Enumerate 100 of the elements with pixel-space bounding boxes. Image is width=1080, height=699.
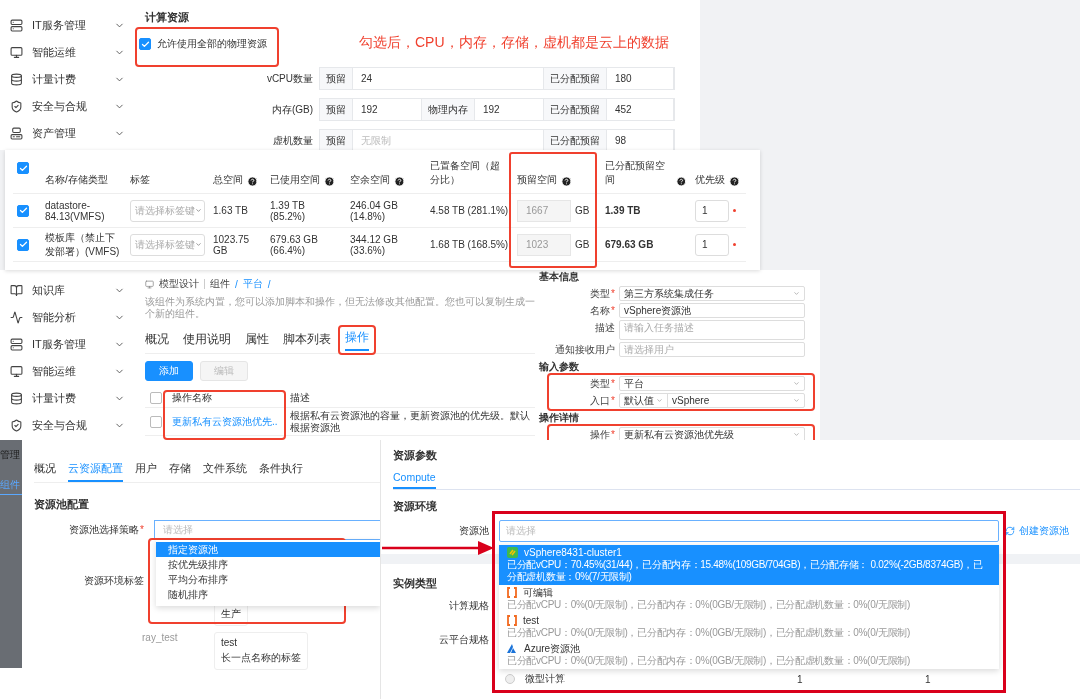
checkbox[interactable] <box>17 238 29 251</box>
database-icon <box>10 73 23 86</box>
select-field[interactable]: 平台 <box>619 376 805 391</box>
dropdown-option[interactable]: 按优先级排序 <box>156 557 380 572</box>
sidebar-item[interactable]: 安全与合规 <box>0 412 135 439</box>
sidebar-item[interactable]: 智能分析 <box>0 304 135 331</box>
checkbox[interactable] <box>17 162 29 174</box>
help-icon <box>561 176 572 187</box>
caret-icon <box>793 397 800 404</box>
dropdown-option[interactable]: 平均分布排序 <box>156 572 380 587</box>
caret-icon <box>656 397 663 404</box>
sidebar-item[interactable]: 计量计费 <box>0 385 135 412</box>
field-label: 内存(GB) <box>270 102 313 117</box>
tag-key: ray_test <box>142 632 204 643</box>
tab[interactable]: 文件系统 <box>203 462 247 482</box>
computer-icon <box>10 127 23 140</box>
section-title: 计算资源 <box>145 10 190 25</box>
monitor-icon <box>10 365 23 378</box>
radio-button[interactable] <box>505 674 515 684</box>
checkbox[interactable] <box>150 415 162 428</box>
tab[interactable]: 概况 <box>145 332 169 353</box>
section-title: 实例类型 <box>393 576 437 591</box>
table-cell-text: 微型计算 <box>525 672 566 686</box>
tag-card: test 长一点名称的标签 <box>214 632 308 670</box>
table-cell: 1.39 TB (85.2%) <box>266 194 346 228</box>
help-icon <box>394 176 405 187</box>
tab[interactable]: 存储 <box>169 462 191 482</box>
table-cell: 246.04 GB (14.8%) <box>346 194 426 228</box>
table-cell: 1.63 TB <box>209 194 266 228</box>
field-label: 描述 <box>594 321 615 334</box>
section-title: 资源池配置 <box>34 497 90 512</box>
sidebar-item[interactable]: 安全与合规 <box>0 93 135 120</box>
table-cell: 1.39 TB <box>601 194 691 228</box>
section-title: 输入参数 <box>539 361 580 373</box>
input-group[interactable]: 预留 24 已分配预留 180 <box>319 67 675 90</box>
table-cell: 679.63 GB (66.4%) <box>266 228 346 262</box>
sidebar-item[interactable]: IT服务管理 <box>0 331 135 358</box>
sidebar-item[interactable]: 计量计费 <box>0 66 135 93</box>
input-field[interactable]: 1 <box>695 199 729 222</box>
table-cell: 4.58 TB (281.1%) <box>426 194 513 228</box>
refresh-icon <box>1005 526 1015 536</box>
section-title: 资源环境 <box>393 499 437 514</box>
tab[interactable]: 条件执行 <box>259 462 303 482</box>
column-header: 标签 <box>126 154 209 194</box>
checkbox[interactable] <box>150 391 162 404</box>
column-header: 操作名称 <box>167 388 285 408</box>
tab[interactable]: 概况 <box>34 462 56 482</box>
column-header: 名称/存储类型 <box>41 154 126 194</box>
pool-option[interactable]: 可编辑 已分配vCPU：0%(0/无限制)，已分配内存：0%(0GB/无限制)，已分配虚机数量：0%(0/无限制) <box>499 585 999 613</box>
azure-icon <box>507 643 518 654</box>
section-title: 资源参数 <box>393 448 437 463</box>
help-icon <box>729 176 740 187</box>
tab[interactable]: 用户 <box>135 462 157 482</box>
dropdown-option[interactable]: 随机排序 <box>156 587 380 602</box>
caret-icon <box>195 240 202 249</box>
field-label: 云平台规格 <box>438 633 489 647</box>
pool-option[interactable]: Azure资源池 已分配vCPU：0%(0/无限制)，已分配内存：0%(0GB/无限制)，已分配虚机数量：0%(0/无限制) <box>499 641 999 669</box>
table-cell: datastore-84.13(VMFS) <box>41 194 126 228</box>
table-cell: 344.12 GB (33.6%) <box>346 228 426 262</box>
tab[interactable]: 属性 <box>245 332 269 353</box>
checkbox[interactable] <box>17 204 29 217</box>
input-field[interactable]: vSphere资源池 <box>619 303 805 318</box>
chart-icon <box>10 311 23 324</box>
table-cell: 模板库（禁止下发部署）(VMFS) <box>41 228 126 262</box>
checkbox-label: 允许使用全部的物理资源 <box>157 37 267 51</box>
breadcrumb-link[interactable]: 模型设计 <box>159 277 199 291</box>
field-label: 入口* <box>589 394 615 407</box>
sidebar-item[interactable]: 智能运维 <box>0 39 135 66</box>
tab[interactable]: 脚本列表 <box>283 332 331 353</box>
field-label: 计算规格 <box>448 599 489 613</box>
sidebar-item[interactable]: 智能运维 <box>0 358 135 385</box>
table-cell: 679.63 GB <box>601 228 691 262</box>
required-mark <box>733 243 736 246</box>
breadcrumb-link[interactable]: 组件 <box>210 277 230 291</box>
field-label: 资源环境标签 <box>83 574 144 588</box>
input-field[interactable]: 1 <box>695 233 729 256</box>
field-label: 资源池选择策略* <box>68 523 144 537</box>
checkbox[interactable] <box>139 38 151 50</box>
sidebar-item[interactable]: 知识库 <box>0 277 135 304</box>
select-field[interactable]: 第三方系统集成任务 <box>619 286 805 301</box>
field-label: vCPU数量 <box>265 71 313 86</box>
column-header: 优先级 <box>691 154 746 194</box>
sidebar-item[interactable]: IT服务管理 <box>0 12 135 39</box>
breadcrumb-separator: / <box>235 278 238 290</box>
field-label: 操作* <box>589 428 615 441</box>
caret-icon <box>195 206 202 215</box>
field-label: 类型* <box>589 377 615 390</box>
pool-option[interactable]: test 已分配vCPU：0%(0/无限制)，已分配内存：0%(0GB/无限制)，已分配虚机数量：0%(0/无限制) <box>499 613 999 641</box>
unit-label: GB <box>575 239 590 250</box>
section-title: 基本信息 <box>539 271 580 283</box>
input-group[interactable]: 预留 192 物理内存 192 已分配预留 452 <box>319 98 675 121</box>
sidebar-item[interactable]: 资产管理 <box>0 120 135 147</box>
tab[interactable]: 使用说明 <box>183 332 231 353</box>
help-icon <box>247 176 258 187</box>
column-header: 描述 <box>285 388 535 408</box>
server-icon <box>10 338 23 351</box>
shield-icon <box>10 419 23 432</box>
help-icon <box>324 176 335 187</box>
select-field[interactable]: 默认值 vSphere <box>619 393 805 408</box>
table-cell: 1023.75 GB <box>209 228 266 262</box>
